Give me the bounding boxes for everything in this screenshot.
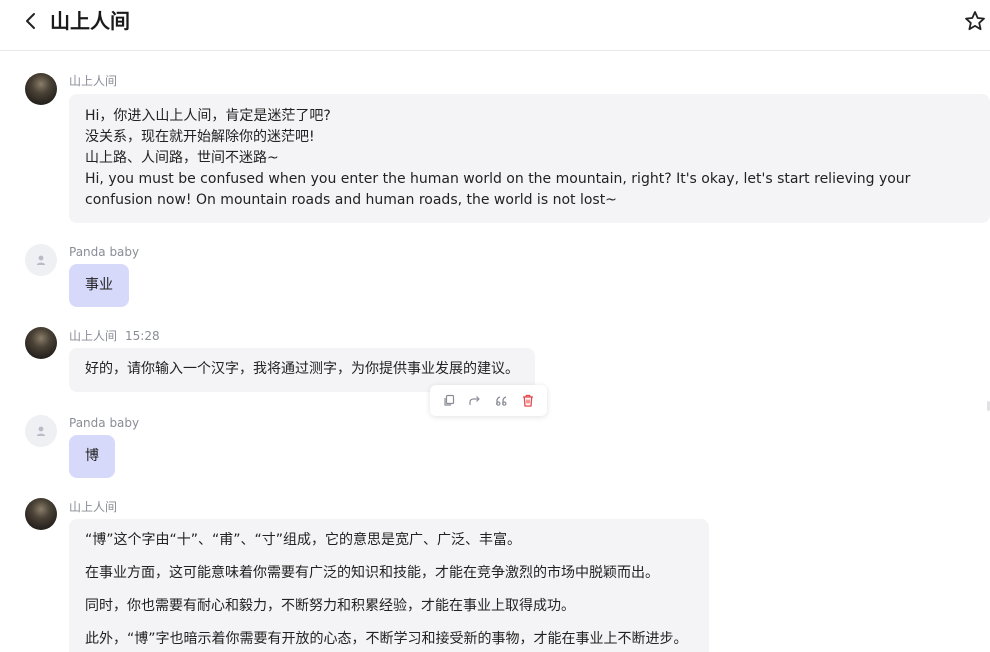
sender-name: 山上人间 xyxy=(69,500,118,514)
message-paragraph: 此外，“博”字也暗示着你需要有开放的心态，不断学习和接受新的事物，才能在事业上不… xyxy=(85,631,688,647)
message-bubble[interactable]: 事业 xyxy=(69,264,129,307)
avatar[interactable] xyxy=(25,73,57,105)
chat-header: 山上人间 xyxy=(0,0,990,51)
sender-name: 山上人间 xyxy=(69,74,118,88)
star-outline-icon xyxy=(965,11,985,31)
sender-name: Panda baby xyxy=(69,416,140,430)
message-sender: Panda baby xyxy=(69,415,139,431)
copy-icon xyxy=(444,394,454,406)
share-button[interactable] xyxy=(465,391,485,411)
user-icon xyxy=(36,426,46,436)
quote-icon xyxy=(495,395,507,406)
message-paragraph: 在事业方面，这可能意味着你需要有广泛的知识和技能，才能在竞争激烈的市场中脱颖而出… xyxy=(85,565,659,581)
sender-name: Panda baby xyxy=(69,245,140,259)
message-sender: Panda baby xyxy=(69,244,139,260)
user-icon xyxy=(36,255,46,265)
message-sender: 山上人间 xyxy=(69,73,117,89)
message-text: 好的，请你输入一个汉字，我将通过测字，为你提供事业发展的建议。 xyxy=(85,361,519,377)
message-line: Hi, you must be confused when you enter … xyxy=(85,171,911,208)
page-title: 山上人间 xyxy=(50,9,130,33)
message-line: Hi，你进入山上人间，肯定是迷茫了吧? xyxy=(85,108,331,124)
message-time: 15:28 xyxy=(125,329,160,343)
message-line: 山上路、人间路，世间不迷路~ xyxy=(85,150,279,166)
message-paragraph: “博”这个字由“十”、“甫”、“寸”组成，它的意思是宽广、广泛、丰富。 xyxy=(85,532,522,548)
message-action-toolbar xyxy=(430,385,547,416)
message-sender: 山上人间 15:28 xyxy=(69,328,160,344)
message-sender: 山上人间 xyxy=(69,499,117,515)
copy-button[interactable] xyxy=(439,391,459,411)
chat-messages[interactable]: 山上人间 Hi，你进入山上人间，肯定是迷茫了吧? 没关系，现在就开始解除你的迷茫… xyxy=(0,51,990,652)
back-button[interactable] xyxy=(18,8,44,34)
message-bubble[interactable]: “博”这个字由“十”、“甫”、“寸”组成，它的意思是宽广、广泛、丰富。 在事业方… xyxy=(69,519,709,652)
quote-button[interactable] xyxy=(492,391,512,411)
sender-name: 山上人间 xyxy=(69,329,118,343)
message-paragraph: 同时，你也需要有耐心和毅力，不断努力和积累经验，才能在事业上取得成功。 xyxy=(85,598,575,614)
message-text: 事业 xyxy=(85,277,113,293)
delete-icon xyxy=(522,394,533,407)
avatar[interactable] xyxy=(25,415,57,447)
favorite-button[interactable] xyxy=(962,8,988,34)
avatar[interactable] xyxy=(25,327,57,359)
message-line: 没关系，现在就开始解除你的迷茫吧! xyxy=(85,129,315,145)
avatar[interactable] xyxy=(25,498,57,530)
avatar[interactable] xyxy=(25,244,57,276)
share-icon xyxy=(469,396,480,405)
message-bubble[interactable]: 博 xyxy=(69,435,115,478)
message-bubble[interactable]: Hi，你进入山上人间，肯定是迷茫了吧? 没关系，现在就开始解除你的迷茫吧! 山上… xyxy=(69,94,990,223)
message-text: 博 xyxy=(85,448,99,464)
chevron-left-icon xyxy=(26,13,35,29)
delete-button[interactable] xyxy=(518,391,538,411)
